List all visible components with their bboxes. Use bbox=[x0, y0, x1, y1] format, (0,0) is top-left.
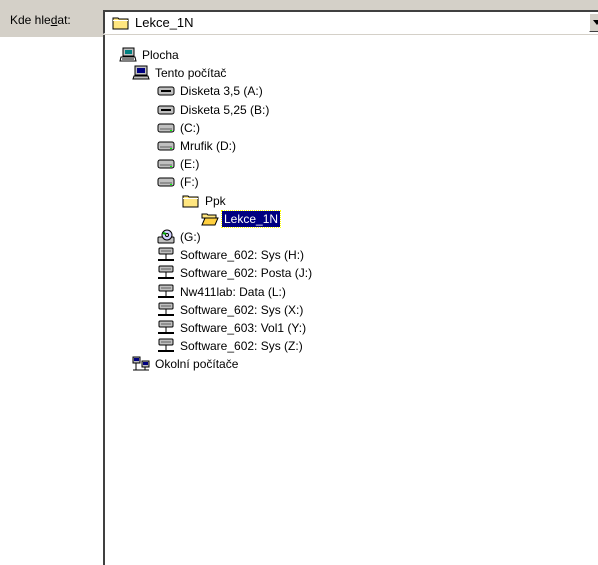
network-drive-icon bbox=[157, 247, 175, 263]
tree-item-label: Software_602: Sys (Z:) bbox=[180, 339, 303, 354]
hard-drive-icon bbox=[157, 174, 175, 190]
look-in-combobox[interactable]: Lekce_1N bbox=[103, 10, 598, 34]
open-folder-icon bbox=[201, 211, 219, 227]
tree-item-label: Software_602: Posta (J:) bbox=[180, 266, 313, 281]
folder-icon bbox=[112, 16, 130, 30]
network-drive-icon bbox=[157, 284, 175, 300]
tree-item-label: Okolní počítače bbox=[155, 357, 239, 372]
folder-icon bbox=[182, 193, 200, 209]
tree-item-label: Plocha bbox=[142, 48, 179, 62]
tree-item-label: Ppk bbox=[205, 193, 226, 208]
tree-item-label: Software_603: Vol1 (Y:) bbox=[180, 321, 307, 335]
look-in-dropdown-list[interactable]: Plocha Tento počítač Disketa 3,5 (A:) Diske… bbox=[103, 35, 598, 565]
tree-item-label: (C:) bbox=[180, 120, 200, 135]
desktop-icon bbox=[119, 47, 137, 63]
look-in-bar: Kde hledat: Lekce_1N bbox=[0, 0, 598, 37]
floppy-drive-icon bbox=[157, 102, 175, 118]
tree-item-label: Software_602: Sys (X:) bbox=[180, 302, 304, 317]
look-in-value: Lekce_1N bbox=[135, 15, 194, 30]
floppy-drive-icon bbox=[157, 83, 175, 99]
look-in-label: Kde hledat: bbox=[10, 13, 71, 27]
tree-item-label: (F:) bbox=[180, 175, 199, 190]
network-drive-icon bbox=[157, 320, 175, 336]
tree-item-label: (G:) bbox=[180, 230, 201, 244]
tree-item-label: Nw411lab: Data (L:) bbox=[180, 284, 286, 299]
cdrom-drive-icon bbox=[157, 229, 175, 245]
tree-item-label: Tento počítač bbox=[155, 66, 227, 81]
tree-item-label: Disketa 3,5 (A:) bbox=[180, 84, 263, 99]
dropdown-arrow-button[interactable] bbox=[589, 13, 598, 32]
network-drive-icon bbox=[157, 338, 175, 354]
network-drive-icon bbox=[157, 302, 175, 318]
network-drive-icon bbox=[157, 265, 175, 281]
hard-drive-icon bbox=[157, 120, 175, 136]
network-neighborhood-icon bbox=[132, 356, 150, 372]
tree-item-label: Lekce_1N bbox=[220, 209, 282, 228]
tree-item-label: Software_602: Sys (H:) bbox=[180, 248, 305, 263]
tree-item-label: Mrufik (D:) bbox=[180, 139, 236, 153]
hard-drive-icon bbox=[157, 156, 175, 172]
tree-item-label: Disketa 5,25 (B:) bbox=[180, 102, 270, 117]
hard-drive-icon bbox=[157, 138, 175, 154]
computer-icon bbox=[132, 65, 150, 81]
tree-item-label: (E:) bbox=[180, 157, 200, 172]
